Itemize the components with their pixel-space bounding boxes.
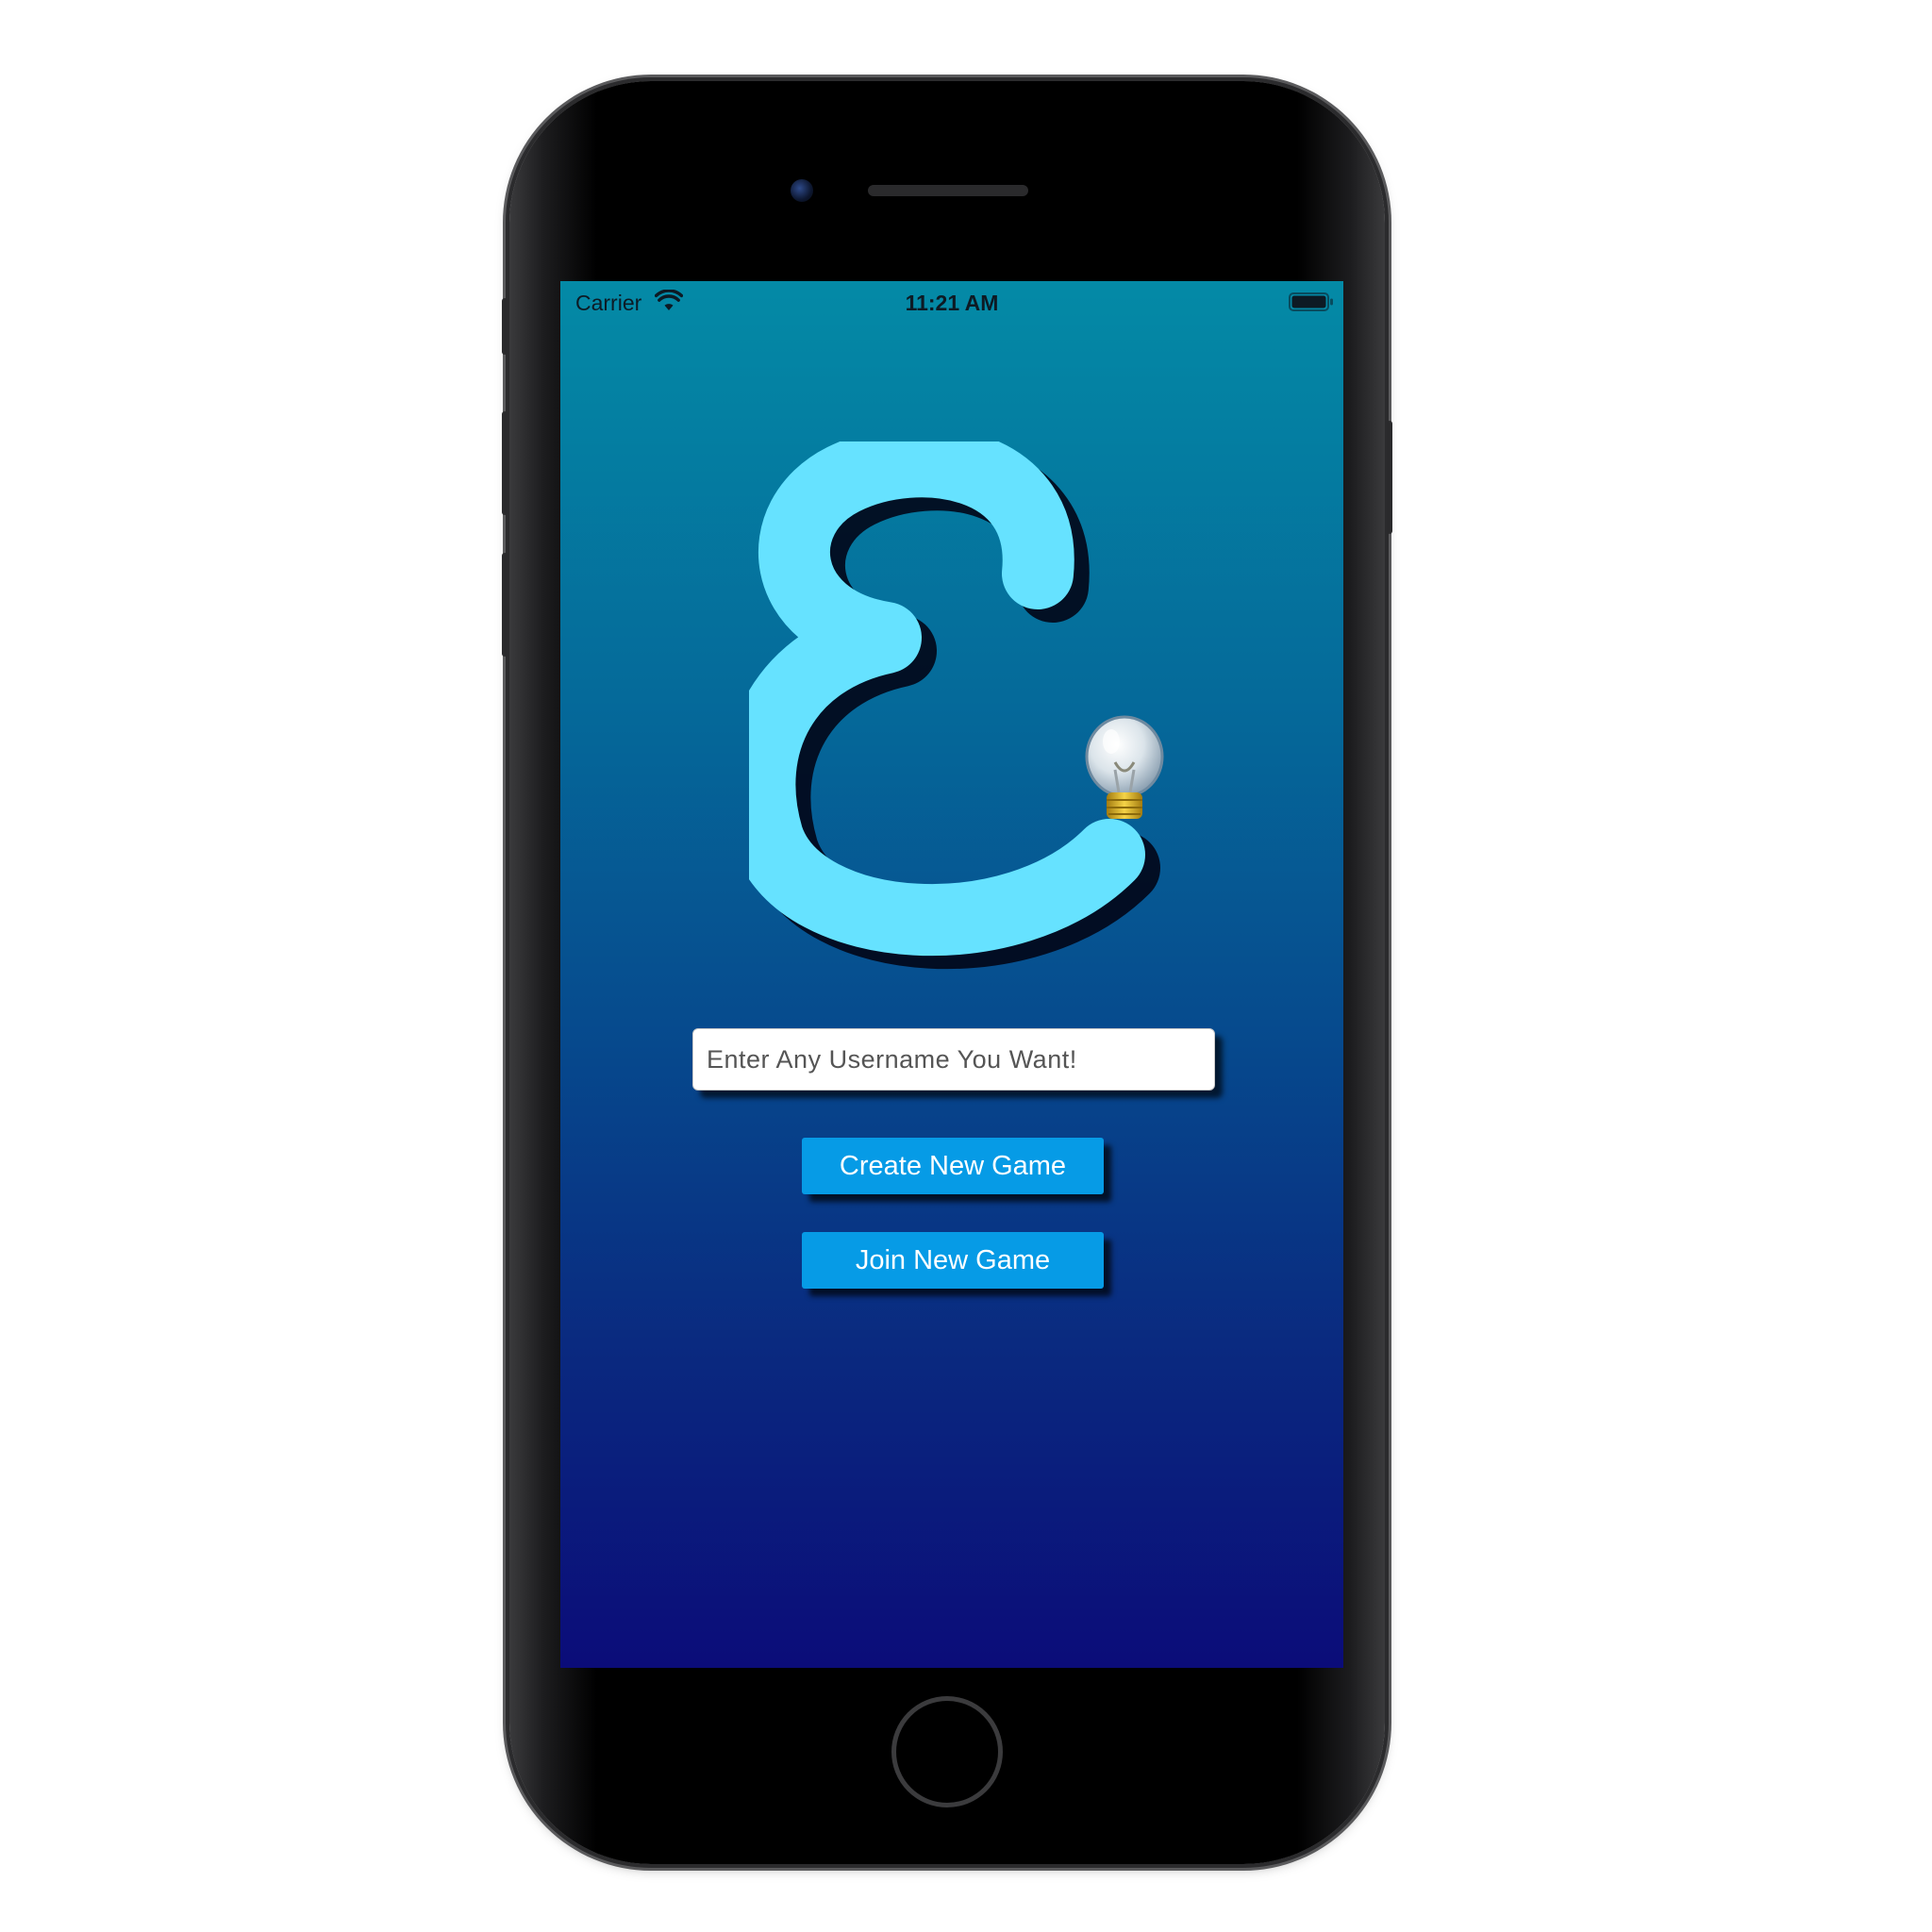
battery-icon bbox=[1289, 292, 1333, 311]
volume-up-button bbox=[502, 411, 508, 515]
status-time: 11:21 AM bbox=[905, 291, 999, 315]
epsilon-lightbulb-logo bbox=[749, 441, 1164, 970]
lightbulb-icon bbox=[1085, 715, 1164, 819]
app-screen: Carrier 11:21 AM Enter Any Username You … bbox=[560, 281, 1343, 1668]
volume-down-button bbox=[502, 553, 508, 657]
power-button bbox=[1387, 421, 1392, 534]
device-mockup: Carrier 11:21 AM Enter Any Username You … bbox=[0, 0, 1932, 1932]
create-new-game-button[interactable]: Create New Game bbox=[802, 1138, 1104, 1194]
front-camera bbox=[791, 179, 813, 202]
join-new-game-button[interactable]: Join New Game bbox=[802, 1232, 1104, 1289]
earpiece-speaker bbox=[868, 185, 1028, 196]
username-input[interactable] bbox=[692, 1028, 1215, 1091]
home-button[interactable] bbox=[891, 1696, 1003, 1807]
epsilon-glyph bbox=[749, 441, 1145, 957]
status-bar: Carrier 11:21 AM bbox=[560, 281, 1343, 326]
mute-switch bbox=[502, 298, 508, 355]
